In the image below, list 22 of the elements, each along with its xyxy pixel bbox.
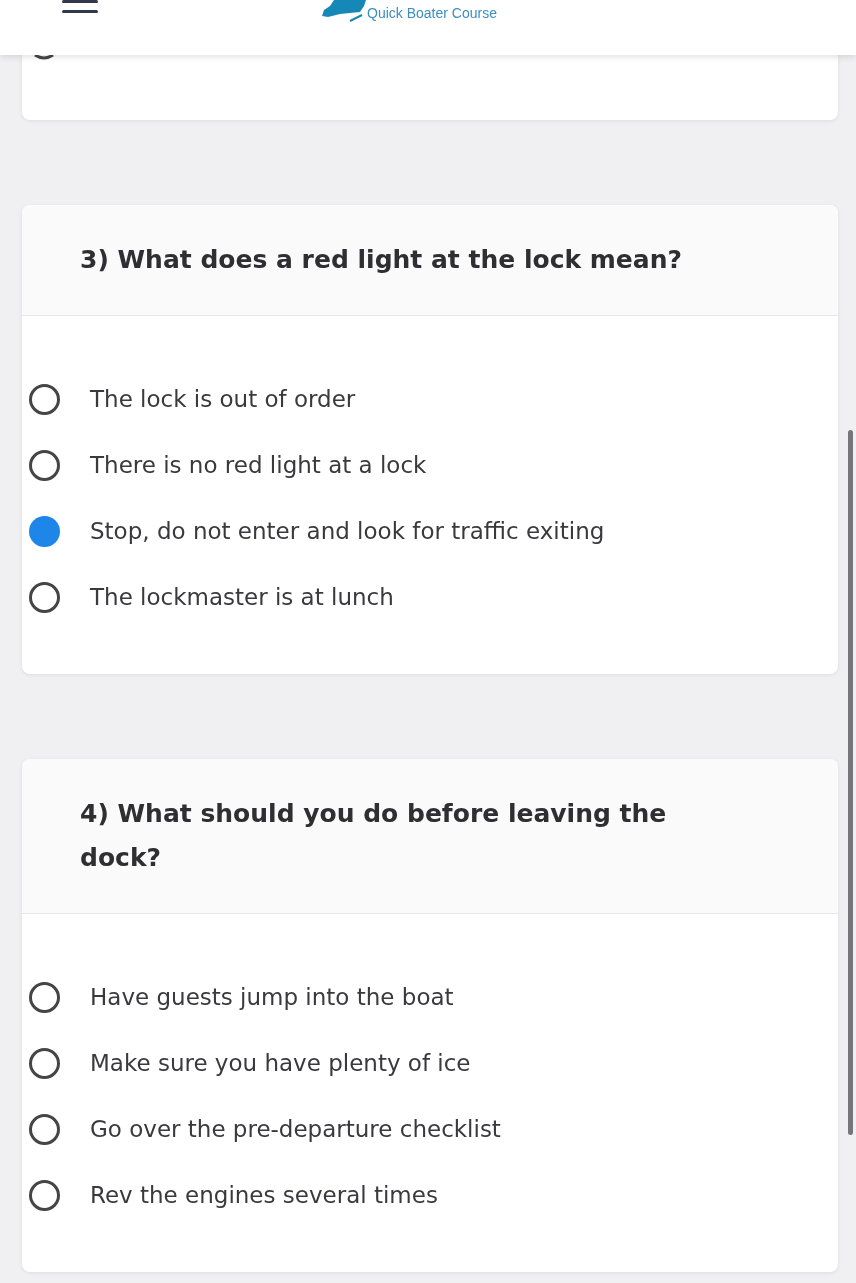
answer-option-text[interactable]: Stop, do not enter and look for traffic exiting <box>90 517 605 545</box>
radio-button[interactable] <box>29 515 60 547</box>
answer-option-text[interactable]: Make sure you have plenty of ice <box>90 1049 471 1077</box>
radio-button[interactable] <box>29 1179 60 1211</box>
state-map-logo-icon <box>320 0 368 22</box>
radio-button[interactable] <box>29 1113 60 1145</box>
radio-button[interactable] <box>29 581 60 613</box>
radio-button[interactable] <box>29 1047 60 1079</box>
answer-option-text[interactable]: Have guests jump into the boat <box>90 983 454 1011</box>
menu-icon[interactable] <box>62 0 98 14</box>
answer-option-text[interactable]: There is no red light at a lock <box>90 451 427 479</box>
radio-icon[interactable] <box>34 55 54 60</box>
answer-option-text[interactable]: The lockmaster is at lunch <box>90 583 394 611</box>
radio-button[interactable] <box>29 383 60 415</box>
radio-button[interactable] <box>29 449 60 481</box>
logo-subtitle: Quick Boater Course <box>367 5 497 21</box>
answer-option-text[interactable]: Rev the engines several times <box>90 1181 438 1209</box>
answer-option-text[interactable]: The lock is out of order <box>90 385 356 413</box>
question-text: 4) What should you do before leaving the dock? <box>80 798 668 874</box>
question-text: 3) What does a red light at the lock mean? <box>80 244 683 276</box>
radio-button[interactable] <box>29 981 60 1013</box>
answer-option-text[interactable]: Go over the pre-departure checklist <box>90 1115 501 1143</box>
